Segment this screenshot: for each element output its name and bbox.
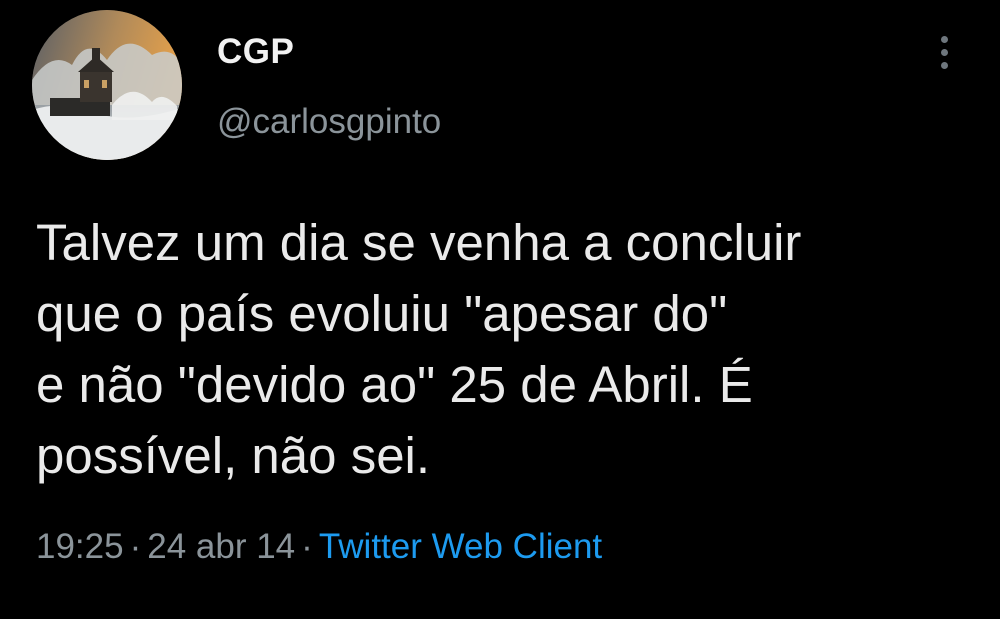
seaside-chapel-photo-icon [32, 10, 182, 160]
author-handle[interactable]: @carlosgpinto [217, 102, 441, 142]
tweet-metadata: 19:25 · 24 abr 14 · Twitter Web Client [36, 527, 602, 567]
tweet-date[interactable]: 24 abr 14 [147, 527, 295, 566]
meta-separator: · [301, 527, 313, 566]
more-dot [940, 49, 948, 56]
meta-separator: · [129, 527, 142, 566]
author-display-name[interactable]: CGP [217, 32, 294, 72]
more-dot [940, 36, 948, 43]
more-vertical-icon[interactable] [930, 36, 958, 80]
tweet-card: CGP @carlosgpinto Talvez um dia se venha… [0, 0, 1000, 619]
more-dot [940, 62, 948, 69]
tweet-time[interactable]: 19:25 [36, 527, 124, 566]
tweet-text: Talvez um dia se venha a concluir que o … [36, 214, 802, 484]
avatar[interactable] [32, 10, 182, 160]
tweet-client-link[interactable]: Twitter Web Client [319, 527, 602, 566]
